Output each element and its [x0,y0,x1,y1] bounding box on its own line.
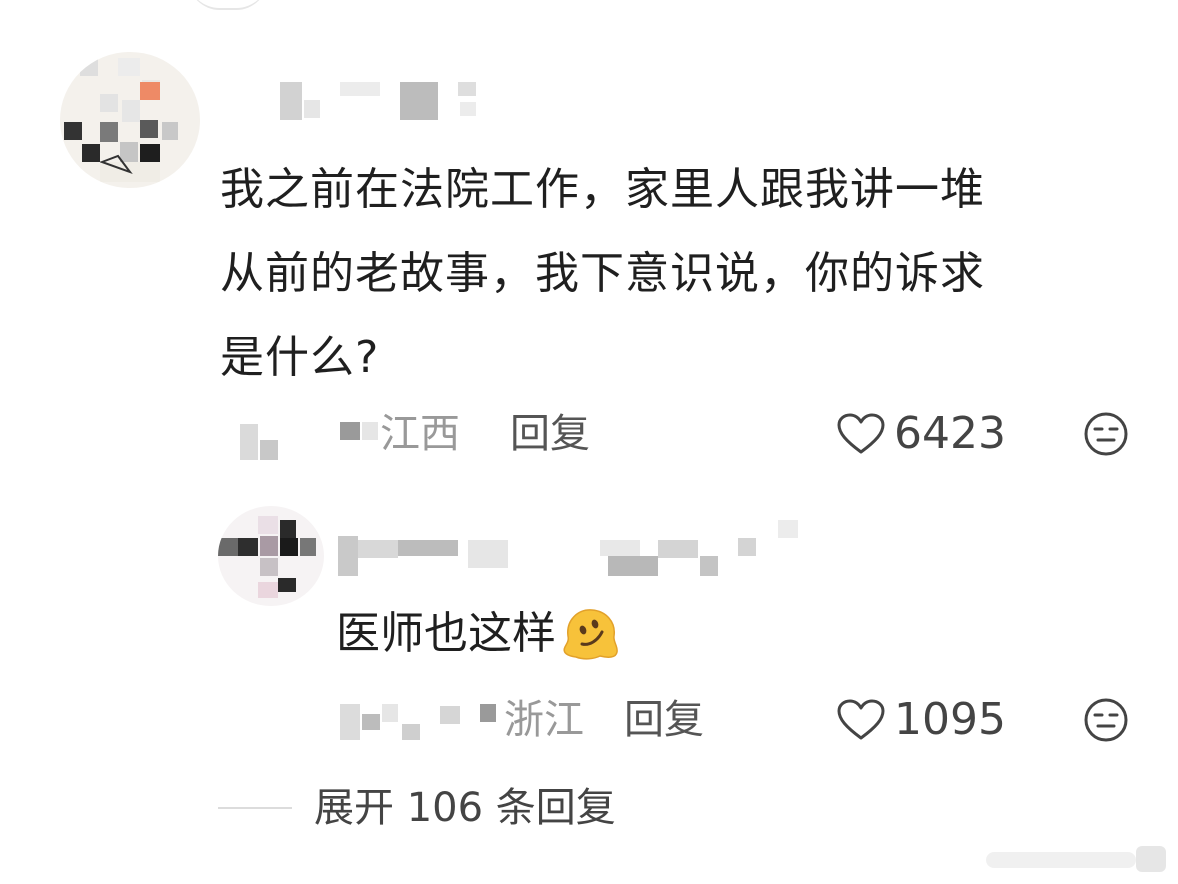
comment-meta: 江西 回复 6423 [240,404,1140,464]
avatar-doodle [100,154,133,175]
timestamp-blurred [240,416,380,464]
avatar[interactable] [60,52,200,188]
expand-replies-row[interactable]: 展开 106 条回复 [218,778,818,838]
timestamp-blurred [340,700,500,744]
comment-body: 我之前在法院工作，家里人跟我讲一堆 从前的老故事，我下意识说，你的诉求 是什么? [220,148,1140,400]
reply-text: 医师也这样 [336,608,556,659]
like-count: 1095 [894,694,1006,745]
like-button[interactable]: 1095 [836,690,1006,750]
like-button[interactable]: 6423 [836,404,1006,464]
comment-line: 我之前在法院工作，家里人跟我讲一堆 [220,164,985,215]
username-blurred [338,516,808,580]
previous-avatar-edge [188,0,268,10]
divider-line [218,807,292,809]
like-count: 6423 [894,408,1006,459]
reply-button[interactable]: 回复 [624,690,704,750]
location-label: 江西 [380,411,460,457]
comment-line: 是什么? [220,332,380,383]
location-label: 浙江 [504,697,584,743]
avatar[interactable] [218,506,324,606]
comment-line: 从前的老故事，我下意识说，你的诉求 [220,248,985,299]
reply-body: 医师也这样 [336,602,622,666]
watermark-logo [986,846,1166,872]
reply-meta: 浙江 回复 1095 [340,690,1140,750]
neutral-face-icon[interactable] [1082,410,1130,458]
username-blurred [260,82,500,122]
expand-replies-button[interactable]: 展开 106 条回复 [314,778,616,838]
heart-outline-icon [837,413,885,454]
reply-button[interactable]: 回复 [510,404,590,464]
comment-thread: 我之前在法院工作，家里人跟我讲一堆 从前的老故事，我下意识说，你的诉求 是什么?… [0,0,1178,884]
melting-face-emoji [563,609,618,660]
heart-outline-icon [837,699,885,740]
neutral-face-icon[interactable] [1082,696,1130,744]
avatar-mosaic [218,506,324,606]
